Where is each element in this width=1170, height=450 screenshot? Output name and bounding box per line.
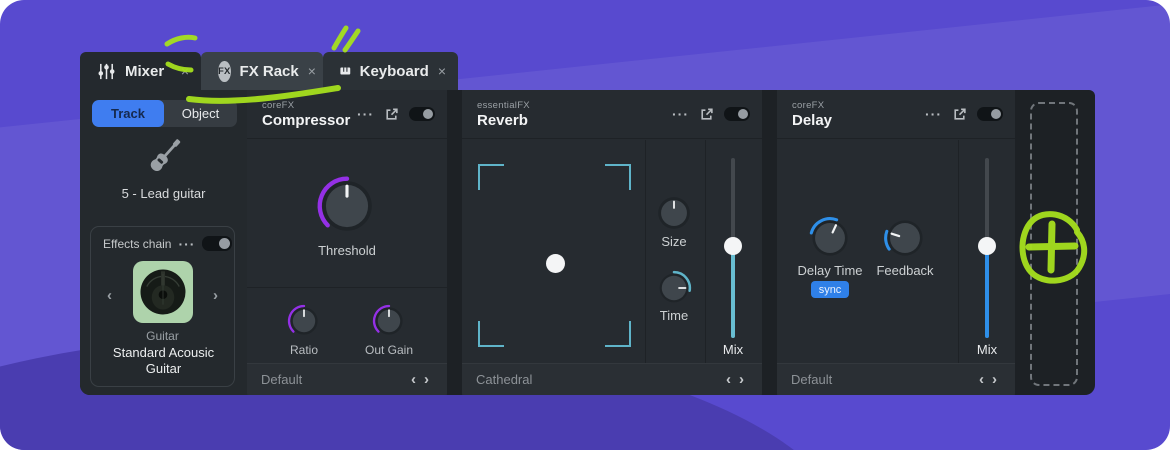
threshold-label: Threshold: [247, 243, 447, 258]
tab-keyboard-close-icon[interactable]: ×: [438, 63, 446, 79]
threshold-knob[interactable]: [316, 175, 378, 237]
compressor-preset-prev-icon[interactable]: ‹: [407, 371, 420, 388]
delay-mix-label: Mix: [967, 342, 1007, 357]
reverb-title: Reverb: [477, 112, 672, 129]
keyboard-icon: [340, 63, 351, 79]
xy-corner-bottom-left: [478, 321, 504, 347]
sync-button[interactable]: sync: [811, 281, 849, 298]
compressor-menu-icon[interactable]: ···: [357, 109, 374, 119]
xy-corner-bottom-right: [605, 321, 631, 347]
reverb-mix-thumb[interactable]: [724, 237, 742, 255]
acoustic-guitar-image: [136, 265, 190, 319]
effects-chain-toggle[interactable]: [202, 236, 232, 251]
toggle-knob: [991, 109, 1001, 119]
delay-time-knob[interactable]: [808, 216, 852, 260]
xy-corner-top-right: [605, 164, 631, 190]
time-label: Time: [634, 308, 714, 323]
tab-mixer-close-icon[interactable]: ×: [181, 63, 189, 79]
reverb-preset-prev-icon[interactable]: ‹: [722, 371, 735, 388]
reverb-module: essentialFX Reverb ···: [462, 90, 762, 395]
out-gain-knob[interactable]: [372, 304, 406, 338]
delay-preset-name: Default: [791, 372, 975, 387]
toggle-knob: [219, 238, 230, 249]
delay-mix-thumb[interactable]: [978, 237, 996, 255]
delay-mix-slider[interactable]: [977, 158, 997, 338]
compressor-preset-bar[interactable]: Default ‹ ›: [247, 363, 447, 395]
size-knob[interactable]: [656, 195, 692, 231]
delay-module: coreFX Delay ··· Delay Time sync: [777, 90, 1015, 395]
effects-chain-menu-icon[interactable]: ···: [178, 239, 195, 249]
delay-menu-icon[interactable]: ···: [925, 109, 942, 119]
delay-enable-toggle[interactable]: [977, 107, 1003, 121]
tab-keyboard[interactable]: Keyboard ×: [323, 52, 458, 90]
compressor-module: coreFX Compressor ··· Threshold: [247, 90, 447, 395]
chain-prev-icon[interactable]: ‹: [107, 287, 112, 304]
chain-next-icon[interactable]: ›: [213, 287, 218, 304]
effects-chain-card: Effects chain ··· ‹ › Guitar Standard Ac…: [90, 226, 235, 387]
effects-chain-title: Effects chain: [103, 237, 171, 251]
compressor-brand: coreFX: [262, 100, 357, 111]
tab-mixer[interactable]: Mixer ×: [80, 52, 201, 90]
reverb-preset-next-icon[interactable]: ›: [735, 371, 748, 388]
compressor-popout-icon[interactable]: [384, 107, 399, 122]
track-segment[interactable]: Track: [92, 100, 164, 127]
delay-brand: coreFX: [792, 100, 925, 111]
tab-fx-rack-close-icon[interactable]: ×: [308, 63, 316, 79]
reverb-preset-bar[interactable]: Cathedral ‹ ›: [462, 363, 762, 395]
size-label: Size: [634, 234, 714, 249]
track-object-switch: Track Object: [92, 100, 237, 127]
app-window: Mixer × FX FX Rack × Keyboard × Track Ob…: [0, 0, 1170, 450]
toggle-knob: [423, 109, 433, 119]
chain-category-label: Guitar: [91, 329, 234, 343]
reverb-enable-toggle[interactable]: [724, 107, 750, 121]
electric-guitar-icon: [140, 133, 188, 181]
delay-preset-bar[interactable]: Default ‹ ›: [777, 363, 1015, 395]
track-name: 5 - Lead guitar: [80, 186, 247, 201]
tab-fx-rack-label: FX Rack: [240, 63, 299, 80]
delay-title: Delay: [792, 112, 925, 129]
compressor-title: Compressor: [262, 112, 357, 129]
time-knob[interactable]: [656, 270, 692, 306]
xy-corner-top-left: [478, 164, 504, 190]
delay-popout-icon[interactable]: [952, 107, 967, 122]
reverb-menu-icon[interactable]: ···: [672, 109, 689, 119]
out-gain-label: Out Gain: [339, 343, 439, 357]
effects-chain-preset-image[interactable]: [133, 261, 193, 323]
fx-rack-icon: FX: [218, 61, 231, 82]
ratio-knob[interactable]: [287, 304, 321, 338]
reverb-mix-slider[interactable]: [723, 158, 743, 338]
reverb-brand: essentialFX: [477, 100, 672, 111]
tab-keyboard-label: Keyboard: [360, 63, 429, 80]
empty-fx-slot[interactable]: [1030, 102, 1078, 386]
delay-preset-next-icon[interactable]: ›: [988, 371, 1001, 388]
tab-fx-rack[interactable]: FX FX Rack ×: [201, 52, 323, 90]
reverb-mix-label: Mix: [713, 342, 753, 357]
chain-preset-name: Standard Acousic Guitar: [99, 345, 228, 377]
feedback-knob[interactable]: [883, 216, 927, 260]
xy-pad-handle[interactable]: [546, 254, 565, 273]
delay-preset-prev-icon[interactable]: ‹: [975, 371, 988, 388]
compressor-preset-next-icon[interactable]: ›: [420, 371, 433, 388]
compressor-preset-name: Default: [261, 372, 407, 387]
object-segment[interactable]: Object: [164, 100, 237, 127]
reverb-xy-pad[interactable]: [462, 140, 645, 363]
reverb-popout-icon[interactable]: [699, 107, 714, 122]
tab-mixer-label: Mixer: [125, 63, 164, 80]
mixer-icon: [97, 62, 116, 81]
toggle-knob: [738, 109, 748, 119]
track-sidebar: Track Object 5 - Lead guitar Effects cha…: [80, 90, 247, 395]
reverb-preset-name: Cathedral: [476, 372, 722, 387]
compressor-enable-toggle[interactable]: [409, 107, 435, 121]
feedback-label: Feedback: [860, 263, 950, 278]
